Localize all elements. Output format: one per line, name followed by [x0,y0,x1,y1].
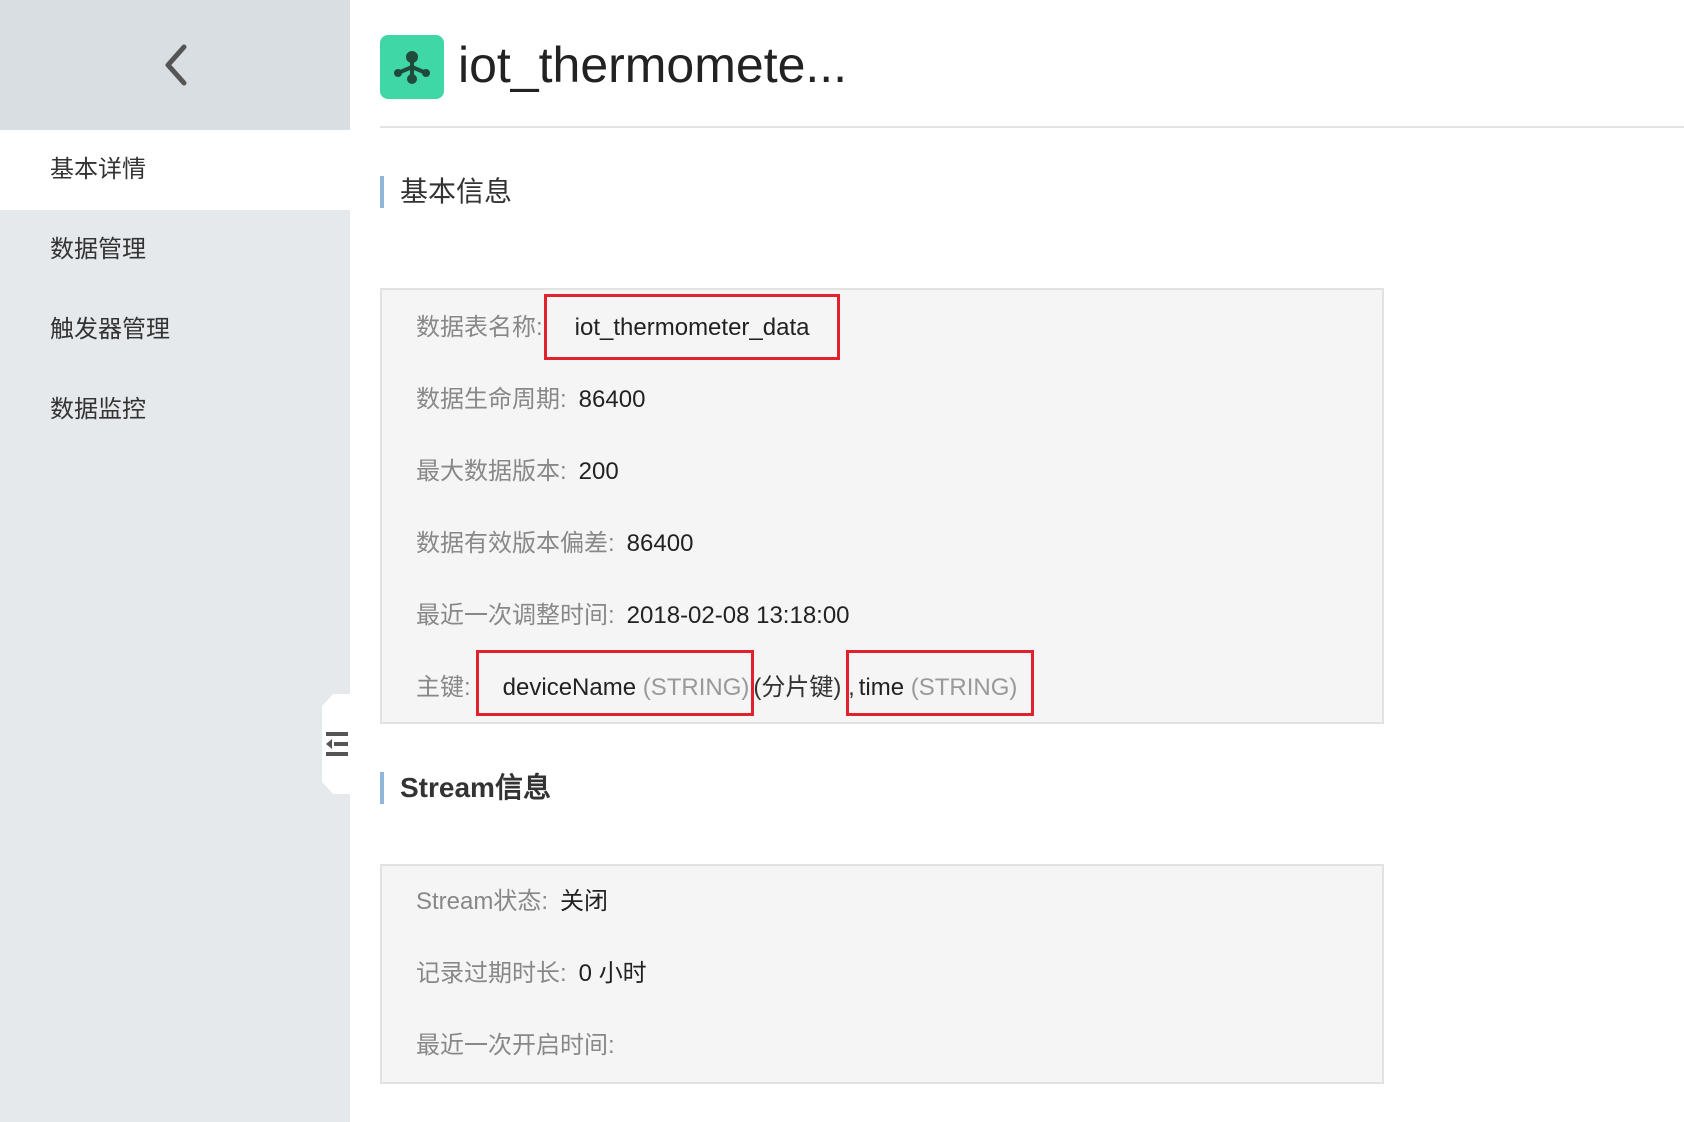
sidebar-header [0,0,350,130]
highlight-box-table-name [544,294,840,360]
sidebar-nav: 基本详情 数据管理 触发器管理 数据监控 [0,130,350,450]
pk1-note: (分片键) [753,674,842,701]
basic-info-panel: 数据表名称: iot_thermometer_data 数据生命周期: 86400 … [380,288,1384,724]
last-adjust-value: 2018-02-08 13:18:00 [626,602,850,629]
last-open-row: 最近一次开启时间: [416,1026,615,1066]
share-node-icon [394,51,430,84]
ttl-value: 86400 [578,386,646,413]
sidebar-item-data-monitoring[interactable]: 数据监控 [0,370,350,450]
highlight-box-pk1 [476,650,754,716]
ttl-label: 数据生命周期: [416,386,567,413]
stream-status-row: Stream状态: 关闭 [416,882,608,922]
max-versions-value: 200 [578,458,619,485]
chevron-left-icon [165,44,187,86]
sidebar-collapse-handle[interactable] [322,694,350,794]
section-title-basic-info: 基本信息 [380,176,512,208]
sidebar-item-basic-details[interactable]: 基本详情 [0,130,350,210]
max-versions-row: 最大数据版本: 200 [416,452,619,492]
primary-key-label: 主键: [416,674,471,701]
expire-value: 0 小时 [578,960,647,987]
stream-status-label: Stream状态: [416,888,549,915]
version-offset-row: 数据有效版本偏差: 86400 [416,524,693,564]
stream-info-panel: Stream状态: 关闭 记录过期时长: 0 小时 最近一次开启时间: [380,864,1384,1084]
max-versions-label: 最大数据版本: [416,458,567,485]
sidebar-item-trigger-management[interactable]: 触发器管理 [0,290,350,370]
expire-row: 记录过期时长: 0 小时 [416,954,647,994]
stream-status-value: 关闭 [560,888,609,915]
page-title: iot_thermomete... [458,37,848,93]
section-title-stream-info: Stream信息 [380,772,551,804]
last-open-label: 最近一次开启时间: [416,1032,615,1059]
app-icon [380,35,444,99]
table-name-label: 数据表名称: [416,314,543,341]
last-adjust-label: 最近一次调整时间: [416,602,615,629]
header-divider [380,126,1684,128]
version-offset-label: 数据有效版本偏差: [416,530,615,557]
collapse-menu-icon [326,732,348,756]
sidebar-item-data-management[interactable]: 数据管理 [0,210,350,290]
expire-label: 记录过期时长: [416,960,567,987]
last-adjust-row: 最近一次调整时间: 2018-02-08 13:18:00 [416,596,850,636]
sidebar: 基本详情 数据管理 触发器管理 数据监控 [0,0,350,1122]
version-offset-value: 86400 [626,530,694,557]
highlight-box-pk2 [846,650,1034,716]
ttl-row: 数据生命周期: 86400 [416,380,645,420]
back-button[interactable] [145,35,205,95]
